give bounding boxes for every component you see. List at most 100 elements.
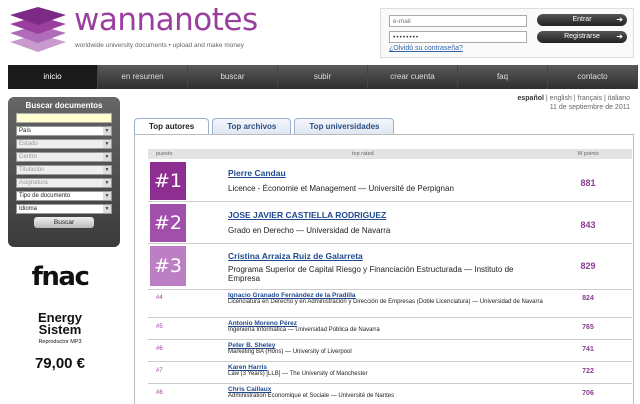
ad-product-sub: Reproductor MP3: [38, 339, 82, 345]
register-button[interactable]: Registrarse ➜: [537, 31, 627, 43]
column-top-rated: top rated: [352, 151, 374, 157]
fnac-logo[interactable]: fnac: [10, 262, 110, 292]
ad-price: 79,00 €: [34, 355, 86, 372]
author-name-link[interactable]: JOSE JAVIER CASTIELLA RODRIGUEZ: [228, 210, 386, 220]
register-button-label: Registrarse: [564, 33, 600, 40]
document-type-select[interactable]: Tipo de documento ▼: [16, 191, 112, 201]
chevron-down-icon: ▼: [103, 153, 111, 161]
author-description: Programa Superior de Capital Riesgo y Fi…: [228, 265, 514, 284]
nav-item-contacto[interactable]: contacto: [548, 65, 638, 89]
rank-number: #6: [156, 346, 163, 352]
author-name-link[interactable]: Pierre Candau: [228, 168, 286, 178]
chevron-down-icon: ▼: [103, 179, 111, 187]
language-current[interactable]: español: [518, 95, 544, 102]
author-name-link[interactable]: Chris Caillaux: [228, 386, 271, 393]
page: wannanotes worldwide university document…: [0, 0, 640, 404]
chevron-down-icon: ▼: [103, 205, 111, 213]
email-field[interactable]: [389, 15, 527, 27]
column-points: W points: [577, 151, 599, 157]
rank-number: #4: [156, 295, 163, 301]
password-field[interactable]: [389, 31, 527, 43]
nav-item-inicio[interactable]: inicio: [8, 65, 98, 89]
nav-item-faq[interactable]: faq: [458, 65, 548, 89]
author-description: Grado en Derecho — Universidad de Navarr…: [228, 226, 391, 235]
author-name-link[interactable]: Cristina Arraiza Ruiz de Galarreta: [228, 251, 363, 261]
language-select-label: Idioma: [19, 206, 38, 212]
rank-number: #8: [156, 390, 163, 396]
login-button[interactable]: Entrar ➜: [537, 14, 627, 26]
forgot-password-link[interactable]: ¿Olvidó su contraseña?: [389, 45, 463, 52]
author-name-link[interactable]: Ignacio Granado Fernández de la Pradilla: [228, 292, 356, 299]
search-input[interactable]: [16, 113, 112, 123]
search-button[interactable]: Buscar: [34, 217, 94, 228]
chevron-down-icon: ▼: [103, 127, 111, 135]
ad-product[interactable]: Energy Sistem: [10, 311, 110, 337]
ranking-tabs: Top autores Top archivos Top universidad…: [134, 118, 397, 135]
author-points: 843: [580, 220, 596, 230]
tab-top-universidades[interactable]: Top universidades: [294, 118, 395, 134]
author-points: 881: [580, 178, 596, 188]
rank-number: #5: [156, 324, 163, 330]
search-panel: Buscar documentos País ▼ Estado ▼ Centro ▼ …: [8, 97, 120, 247]
language-french[interactable]: français: [578, 95, 603, 102]
language-italian[interactable]: italiano: [608, 95, 630, 102]
author-points: 824: [582, 295, 594, 302]
language-select[interactable]: Idioma ▼: [16, 204, 112, 214]
document-type-select-label: Tipo de documento: [19, 193, 71, 199]
language-english[interactable]: english: [550, 95, 572, 102]
author-points: 722: [582, 368, 594, 375]
author-points: 765: [582, 324, 594, 331]
tab-top-autores[interactable]: Top autores: [134, 118, 210, 135]
arrow-right-icon: ➜: [616, 15, 623, 24]
rank-badge: #3: [150, 246, 186, 286]
degree-select[interactable]: Titulación ▼: [16, 165, 112, 175]
logo[interactable]: wannanotes worldwide university document…: [8, 2, 308, 56]
current-date: 11 de septiembre de 2011: [549, 104, 630, 111]
stacked-sheets-logo-icon: [10, 7, 66, 52]
author-points: 829: [580, 261, 596, 271]
column-rank: puesto: [156, 151, 173, 157]
main-nav: inicio en resumen buscar subir crear cue…: [8, 65, 638, 89]
author-description: Administration Économique et Sociale — U…: [228, 393, 395, 399]
author-points: 741: [582, 346, 594, 353]
table-row: #1 Pierre Candau Licence - Économie et M…: [148, 160, 632, 202]
nav-item-buscar[interactable]: buscar: [188, 65, 278, 89]
subject-select[interactable]: Asignatura ▼: [16, 178, 112, 188]
chevron-down-icon: ▼: [103, 192, 111, 200]
author-name-link[interactable]: Karen Harris: [228, 364, 267, 371]
author-description: Licenciatura en Derecho y en Administrac…: [228, 299, 543, 305]
login-button-label: Entrar: [572, 16, 592, 23]
ad-product-line2: Sistem: [38, 322, 82, 337]
brand-name: wannanotes: [74, 2, 258, 38]
brand-tagline: worldwide university documents • upload …: [75, 42, 244, 49]
author-name-link[interactable]: Peter B. Sheley: [228, 342, 275, 349]
center-select-label: Centro: [19, 154, 38, 160]
nav-item-subir[interactable]: subir: [278, 65, 368, 89]
rank-badge: #2: [150, 204, 186, 242]
degree-select-label: Titulación: [19, 167, 45, 173]
state-select[interactable]: Estado ▼: [16, 139, 112, 149]
author-description: Licence - Économie et Management — Unive…: [228, 184, 454, 193]
state-select-label: Estado: [19, 141, 38, 147]
ranking-table-header: puesto top rated W points: [148, 149, 632, 159]
tab-top-archivos[interactable]: Top archivos: [212, 118, 292, 134]
table-row: #6 Peter B. Sheley Marketing BA (Hons) —…: [148, 340, 632, 362]
nav-item-crear-cuenta[interactable]: crear cuenta: [368, 65, 458, 89]
table-row: #4 Ignacio Granado Fernández de la Pradi…: [148, 290, 632, 318]
author-name-link[interactable]: Antonio Moreno Pérez: [228, 320, 297, 327]
rank-badge: #1: [150, 162, 186, 200]
nav-item-en-resumen[interactable]: en resumen: [98, 65, 188, 89]
center-select[interactable]: Centro ▼: [16, 152, 112, 162]
author-description: Marketing BA (Hons) — University of Live…: [228, 349, 352, 355]
chevron-down-icon: ▼: [103, 140, 111, 148]
country-select-label: País: [19, 128, 32, 134]
country-select[interactable]: País ▼: [16, 126, 112, 136]
table-row: #7 Karen Harris Law (3 Years) [LLB] — Th…: [148, 362, 632, 384]
author-points: 706: [582, 390, 594, 397]
arrow-right-icon: ➜: [616, 32, 623, 41]
chevron-down-icon: ▼: [103, 166, 111, 174]
author-description: Ingeniería Informática — Universidad Púb…: [228, 327, 380, 333]
table-row: #8 Chris Caillaux Administration Économi…: [148, 384, 632, 404]
table-row: #2 JOSE JAVIER CASTIELLA RODRIGUEZ Grado…: [148, 202, 632, 244]
subject-select-label: Asignatura: [19, 180, 48, 186]
